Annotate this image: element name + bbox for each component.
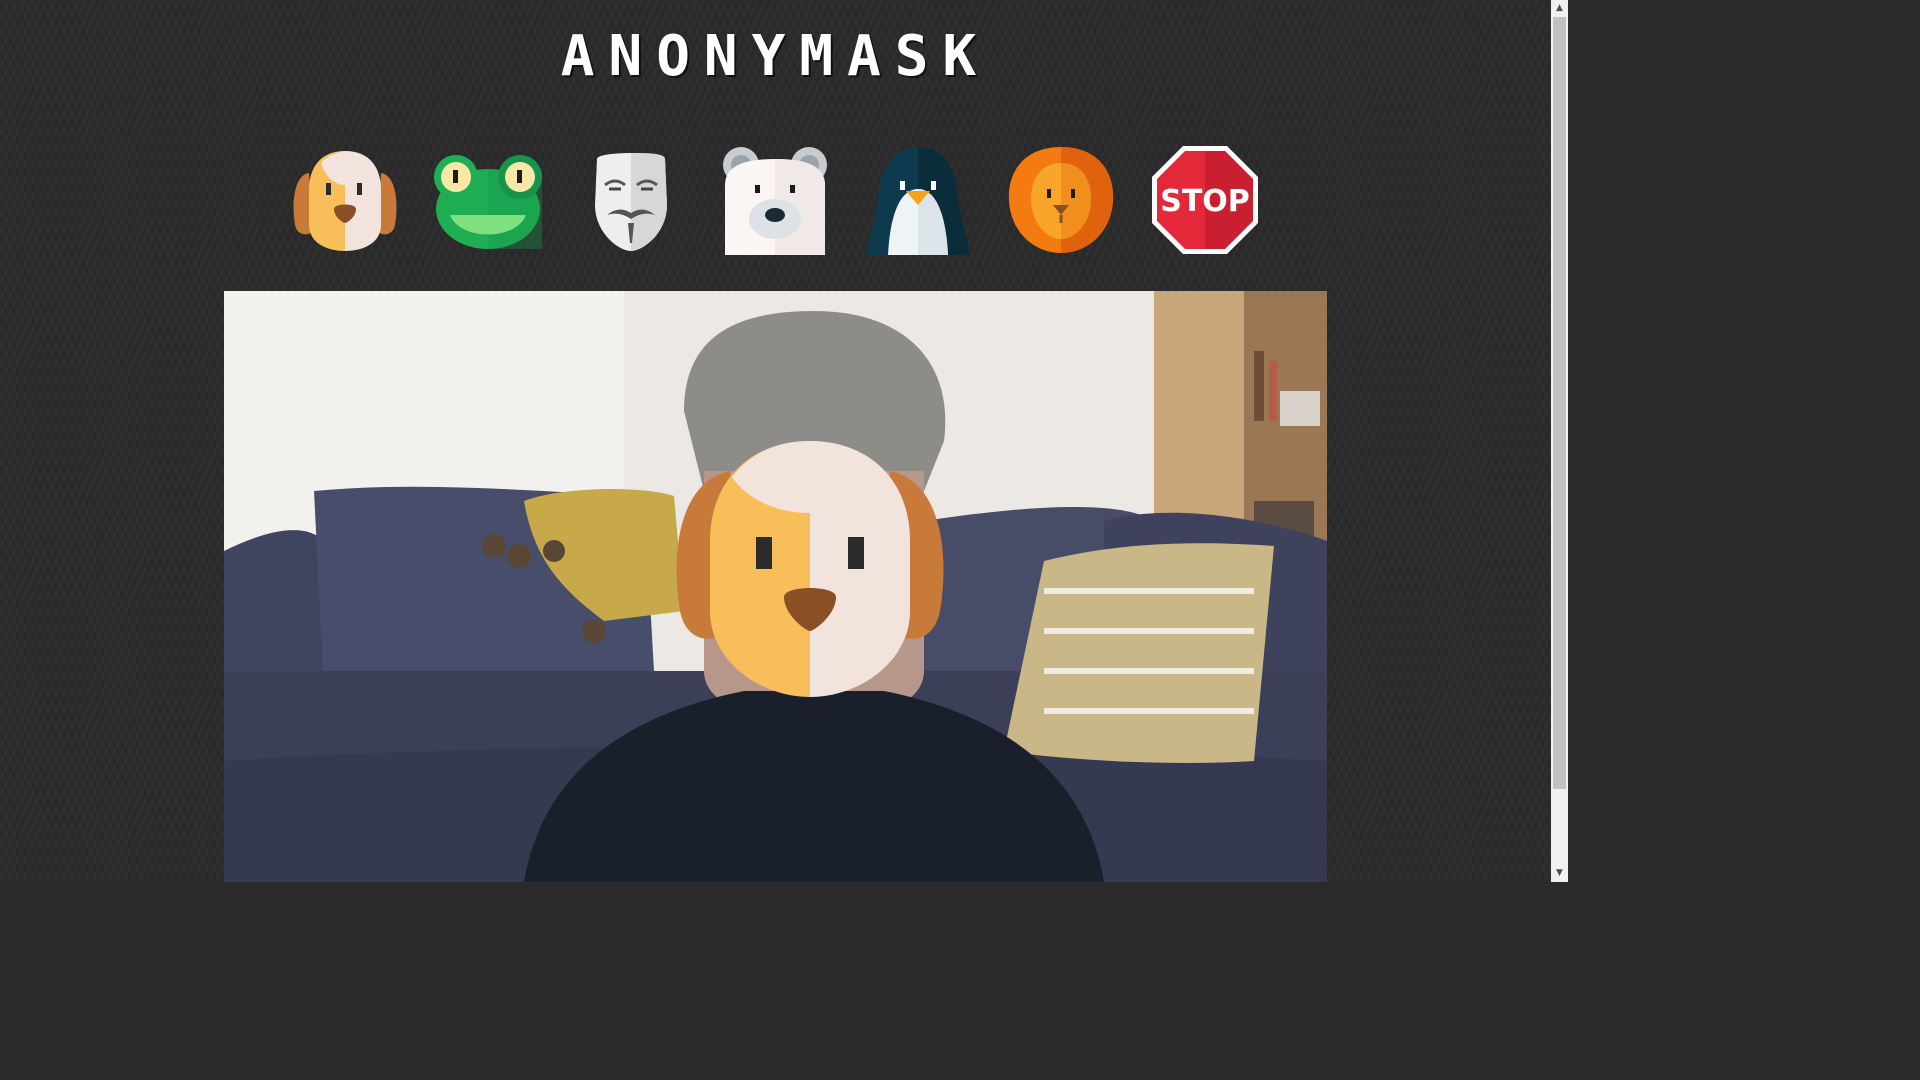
- penguin-icon: [866, 147, 970, 255]
- app-title: ANONYMASK: [560, 24, 991, 89]
- scroll-up-arrow-icon[interactable]: ▲: [1551, 0, 1568, 17]
- mask-button-polar-bear[interactable]: [721, 145, 829, 255]
- mask-button-penguin[interactable]: [864, 145, 972, 255]
- lion-icon: [1008, 147, 1114, 253]
- mask-button-lion[interactable]: [1007, 145, 1115, 255]
- dog-icon: [293, 151, 397, 251]
- scroll-down-arrow-icon[interactable]: ▼: [1551, 865, 1568, 882]
- mask-button-dog[interactable]: [291, 145, 399, 255]
- frog-icon: [434, 155, 542, 249]
- guy-fawkes-mask-icon: [595, 153, 667, 251]
- webcam-video: [224, 291, 1327, 882]
- polar-bear-icon: [723, 147, 827, 255]
- stop-label: STOP: [1160, 184, 1250, 219]
- mask-button-frog[interactable]: [434, 145, 542, 255]
- stop-sign-icon: STOP: [1152, 146, 1258, 254]
- vertical-scrollbar[interactable]: ▲ ▼: [1551, 0, 1568, 882]
- mask-selector: STOP: [291, 145, 1261, 255]
- page-background: ANONYMASK STOP: [0, 0, 1551, 882]
- mask-button-stop[interactable]: STOP: [1151, 145, 1259, 255]
- scrollbar-thumb[interactable]: [1553, 17, 1566, 789]
- mask-button-anonymous[interactable]: [577, 145, 685, 255]
